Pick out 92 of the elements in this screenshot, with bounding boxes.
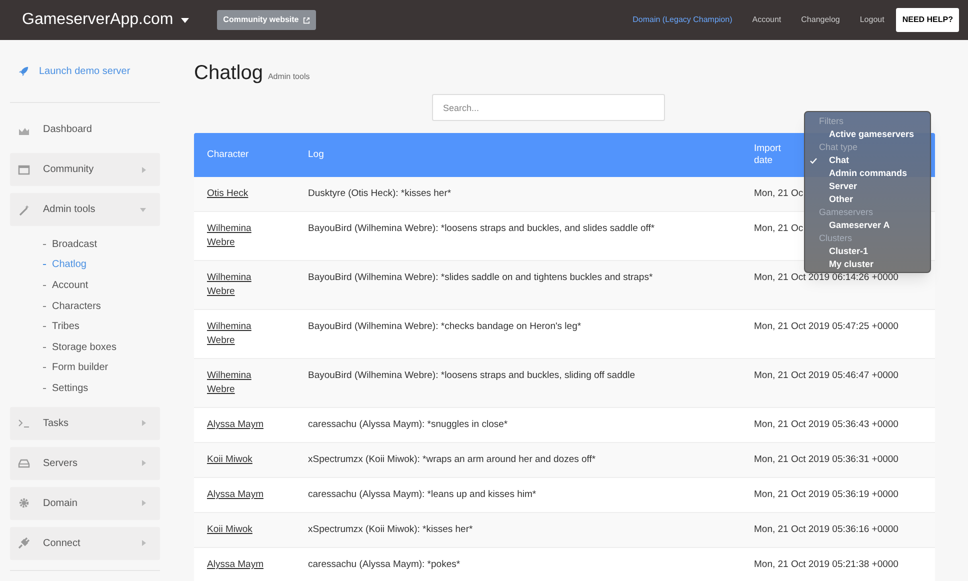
plug-icon [18,537,30,550]
search-field[interactable]: Search... [432,94,665,121]
menu-option[interactable]: Chat [805,154,930,167]
sidebar-subitem[interactable]: Account [43,275,160,296]
top-nav-link[interactable]: Account [752,14,782,26]
sidebar-item[interactable]: Domain [10,486,160,520]
menu-option[interactable]: My cluster [805,258,930,271]
sidebar-subitem[interactable]: Storage boxes [43,336,160,358]
window-icon [18,164,30,176]
terminal-icon [18,417,30,430]
character-link[interactable]: Alyssa Maym [207,418,267,432]
menu-option[interactable]: Gameserver A [805,219,930,232]
date-cell: Mon, 21 Oct 2019 05:46:47 +0000 [754,369,898,383]
character-link[interactable]: Koii Miwok [207,523,267,537]
dash-icon [43,367,46,368]
caret-right-icon [142,540,146,546]
dash-icon [43,388,46,389]
dash-icon [43,346,46,348]
date-cell: Mon, 21 Oct 2019 05:47:25 +0000 [754,320,898,334]
character-link[interactable]: Alyssa Maym [207,488,267,502]
menu-section-header: Gameservers [818,206,874,219]
menu-option[interactable]: Admin commands [805,167,930,180]
column-header: Import date [754,143,782,167]
character-link[interactable]: Koii Miwok [207,453,267,467]
date-cell: Mon, 21 Oct 2019 05:21:38 +0000 [754,558,898,572]
sidebar-subitem[interactable]: Settings [43,378,160,399]
settings-icon [18,497,30,510]
drive-icon [18,457,30,470]
sidebar-item[interactable]: Community [10,153,160,186]
menu-section-header: Clusters [818,232,854,245]
date-cell: Mon, 21 Oct 2019 05:36:43 +0000 [754,418,898,432]
log-cell-text: caressachu (Alyssa Maym): *pokes* [308,558,462,572]
caret-icon [181,18,190,22]
log-cell-text: BayouBird (Wilhemina Webre): *loosens straps and buckles, and slides saddle off* [308,222,656,236]
log-cell-text: BayouBird (Wilhemina Webre): *slides saddle on and tightens buckles and straps* [308,271,654,285]
date-cell: Mon, 21 Oct 2019 05:36:16 +0000 [754,523,898,537]
external-link-icon [302,16,310,24]
sidebar-subitem[interactable]: Broadcast [43,234,160,255]
menu-option[interactable]: Cluster-1 [805,245,930,258]
caret-right-icon [142,460,146,466]
date-cell: Mon, 21 Oc [754,222,804,236]
check-icon [810,158,817,164]
dash-icon [43,264,46,266]
sidebar-subitem[interactable]: Characters [43,296,160,316]
sidebar-item[interactable]: Dashboard [10,113,160,146]
log-cell-text: caressachu (Alyssa Maym): *leans up and kisses him* [308,488,538,502]
menu-option[interactable]: Server [805,180,930,193]
wand-icon [18,204,30,216]
character-link[interactable]: Wilhemina Webre [207,271,267,299]
character-link[interactable]: Alyssa Maym [207,558,267,572]
log-cell-text: BayouBird (Wilhemina Webre): *checks bandage on Heron's leg* [308,320,582,334]
top-nav-link[interactable]: Changelog [801,14,840,26]
dash-icon [43,306,46,307]
character-link[interactable]: Otis Heck [207,187,267,201]
character-link[interactable]: Wilhemina Webre [207,320,267,348]
log-cell-text: BayouBird (Wilhemina Webre): *loosens straps and buckles, sliding off saddle [308,369,636,383]
menu-section-header: Chat type [818,141,859,154]
page-title: Chatlog [194,61,263,86]
menu-section-header: Filters [818,115,844,128]
log-cell-text: Dusktyre (Otis Heck): *kisses her* [308,187,452,201]
column-header: Log [308,148,324,160]
date-cell: Mon, 21 Oct 2019 06:14:26 +0000 [754,271,898,285]
rocket-icon [18,66,29,76]
log-cell-text: xSpectrumzx (Koii Miwok): *wraps an arm around her and dozes off* [308,453,597,467]
caret-down-icon [140,208,146,212]
character-link[interactable]: Wilhemina Webre [207,369,267,397]
menu-option[interactable]: Other [805,193,930,206]
date-cell: Mon, 21 Oct 2019 05:36:19 +0000 [754,488,898,502]
sidebar-item[interactable]: Connect [10,526,160,560]
column-header: Character [207,148,249,160]
sidebar-item[interactable]: Admin tools [10,193,160,226]
dash-icon [43,244,46,245]
sidebar-item[interactable]: Tasks [10,406,160,440]
caret-right-icon [142,500,146,506]
brand-menu[interactable]: GameserverApp.com [22,8,190,32]
top-nav-link[interactable]: Domain (Legacy Champion) [632,14,732,26]
caret-right-icon [142,420,146,426]
log-cell-text: xSpectrumzx (Koii Miwok): *kisses her* [308,523,474,537]
sidebar-item[interactable]: Servers [10,446,160,480]
top-nav-link[interactable]: Logout [860,14,884,26]
sidebar-subitem[interactable]: Tribes [43,316,160,337]
character-link[interactable]: Wilhemina Webre [207,222,267,250]
dash-icon [43,284,46,286]
log-cell-text: caressachu (Alyssa Maym): *snuggles in close* [308,418,509,432]
date-cell: Mon, 21 Oct 2019 05:36:31 +0000 [754,453,898,467]
menu-option[interactable]: Active gameservers [805,128,930,141]
page-subtitle: Admin tools [268,71,310,83]
dash-icon [43,326,46,328]
caret-right-icon [142,166,146,172]
need-help-button[interactable]: NEED HELP? [896,8,959,32]
sidebar-subitem[interactable]: Form builder [43,358,160,378]
date-cell: Mon, 21 Oc [754,187,804,201]
